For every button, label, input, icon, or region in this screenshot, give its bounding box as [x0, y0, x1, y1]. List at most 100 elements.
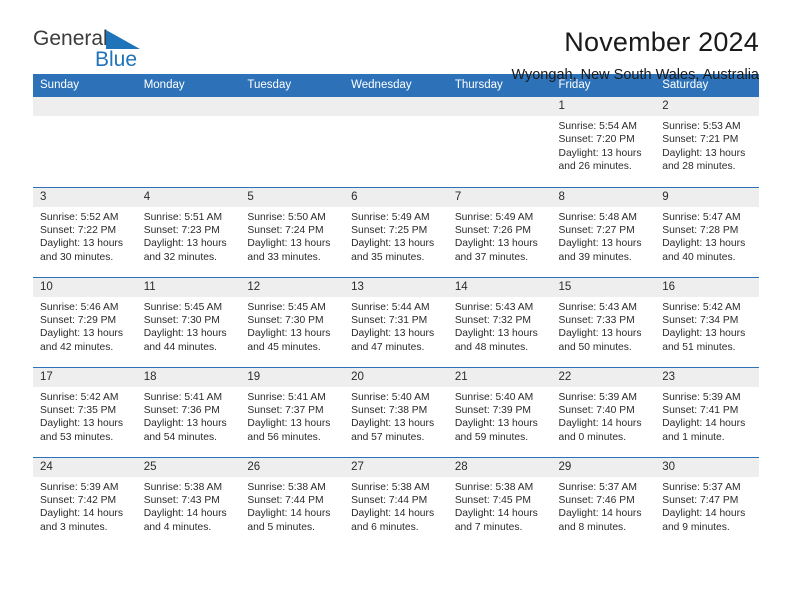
day-number	[447, 97, 552, 116]
day-detail-line: and 56 minutes.	[247, 431, 321, 443]
calendar-week-row: 17 Sunrise: 5:42 AM Sunset: 7:35 PM Dayligh…	[33, 366, 759, 457]
day-number: 20	[344, 367, 448, 387]
day-number: 22	[551, 367, 656, 387]
day-detail-line: Sunset: 7:44 PM	[247, 494, 324, 506]
day-number: 1	[551, 97, 656, 116]
day-detail-line: Daylight: 14 hours	[454, 508, 538, 520]
day-number: 11	[136, 277, 241, 297]
calendar-day-cell[interactable]: 23 Sunrise: 5:39 AM Sunset: 7:41 PM Dayligh…	[655, 366, 759, 457]
calendar-day-cell[interactable]: 15 Sunrise: 5:43 AM Sunset: 7:33 PM Dayligh…	[551, 276, 656, 367]
day-details: Sunrise: 5:41 AM Sunset: 7:37 PM Daylight:…	[240, 387, 344, 445]
day-detail-line: Daylight: 13 hours	[247, 238, 331, 250]
day-detail-line: Daylight: 13 hours	[40, 328, 123, 340]
day-detail-line: Daylight: 13 hours	[558, 328, 642, 340]
calendar-day-cell[interactable]: 30 Sunrise: 5:37 AM Sunset: 7:47 PM Dayligh…	[655, 456, 759, 547]
day-detail-line: and 28 minutes.	[662, 161, 736, 173]
day-number: 18	[136, 367, 241, 387]
day-detail-line: Daylight: 13 hours	[662, 147, 746, 159]
calendar-day-cell[interactable]: 21 Sunrise: 5:40 AM Sunset: 7:39 PM Dayligh…	[447, 366, 552, 457]
calendar-day-cell[interactable]: 29 Sunrise: 5:37 AM Sunset: 7:46 PM Dayligh…	[551, 456, 656, 547]
calendar-day-cell[interactable]: 5 Sunrise: 5:50 AM Sunset: 7:24 PM Daylight…	[240, 186, 345, 277]
calendar-week-row: 24 Sunrise: 5:39 AM Sunset: 7:42 PM Dayligh…	[33, 456, 759, 547]
calendar-day-cell[interactable]: 19 Sunrise: 5:41 AM Sunset: 7:37 PM Dayligh…	[240, 366, 345, 457]
calendar-day-cell[interactable]: 7 Sunrise: 5:49 AM Sunset: 7:26 PM Daylight…	[447, 186, 552, 277]
day-number: 17	[33, 367, 137, 387]
day-detail-line: Sunset: 7:21 PM	[662, 134, 739, 146]
day-detail-line: and 30 minutes.	[40, 251, 114, 263]
day-detail-line: Sunrise: 5:38 AM	[351, 481, 430, 493]
brand-logo[interactable]: General Blue	[33, 26, 163, 78]
day-detail-line: and 48 minutes.	[454, 341, 529, 353]
day-detail-line: Sunrise: 5:43 AM	[454, 301, 534, 313]
day-details: Sunrise: 5:52 AM Sunset: 7:22 PM Daylight:…	[33, 207, 137, 265]
day-detail-line: Sunset: 7:36 PM	[143, 404, 220, 416]
day-detail-line: Sunset: 7:44 PM	[351, 494, 428, 506]
day-number: 15	[551, 277, 656, 297]
day-number: 3	[33, 187, 137, 207]
day-detail-line: Daylight: 13 hours	[454, 418, 538, 430]
calendar-day-cell[interactable]: 20 Sunrise: 5:40 AM Sunset: 7:38 PM Dayligh…	[344, 366, 448, 457]
day-details: Sunrise: 5:40 AM Sunset: 7:39 PM Daylight:…	[448, 387, 552, 445]
calendar-table: Sunday Monday Tuesday Wednesday Thursday Frid…	[33, 74, 759, 547]
calendar-day-cell[interactable]: 16 Sunrise: 5:42 AM Sunset: 7:34 PM Dayligh…	[655, 276, 759, 367]
day-details: Sunrise: 5:42 AM Sunset: 7:35 PM Daylight:…	[33, 387, 137, 445]
day-details: Sunrise: 5:39 AM Sunset: 7:42 PM Daylight:…	[33, 477, 137, 535]
title-block: November 2024 Wyongah, New South Wales, …	[163, 26, 759, 85]
day-detail-line: Sunrise: 5:42 AM	[40, 391, 119, 403]
calendar-day-cell[interactable]: 24 Sunrise: 5:39 AM Sunset: 7:42 PM Dayligh…	[33, 456, 137, 547]
calendar-day-cell[interactable]: 3 Sunrise: 5:52 AM Sunset: 7:22 PM Daylight…	[33, 186, 137, 277]
calendar-day-cell[interactable]: 4 Sunrise: 5:51 AM Sunset: 7:23 PM Daylight…	[136, 186, 241, 277]
calendar-day-cell[interactable]: 17 Sunrise: 5:42 AM Sunset: 7:35 PM Dayligh…	[33, 366, 137, 457]
calendar-day-cell[interactable]: 22 Sunrise: 5:39 AM Sunset: 7:40 PM Dayligh…	[551, 366, 656, 457]
day-number: 6	[344, 187, 448, 207]
day-details: Sunrise: 5:46 AM Sunset: 7:29 PM Daylight:…	[33, 297, 137, 355]
calendar-day-cell[interactable]: 14 Sunrise: 5:43 AM Sunset: 7:32 PM Dayligh…	[447, 276, 552, 367]
calendar-day-cell[interactable]: 2 Sunrise: 5:53 AM Sunset: 7:21 PM Daylight…	[655, 97, 759, 187]
calendar-day-cell[interactable]: 13 Sunrise: 5:44 AM Sunset: 7:31 PM Dayligh…	[344, 276, 448, 367]
day-detail-line: and 35 minutes.	[351, 251, 425, 263]
calendar-day-cell[interactable]: 6 Sunrise: 5:49 AM Sunset: 7:25 PM Daylight…	[344, 186, 448, 277]
day-detail-line: Sunrise: 5:49 AM	[351, 211, 430, 223]
day-number: 25	[136, 457, 241, 477]
day-detail-line: Sunset: 7:31 PM	[351, 314, 428, 326]
day-detail-line: and 4 minutes.	[143, 521, 212, 533]
day-details: Sunrise: 5:38 AM Sunset: 7:45 PM Daylight:…	[448, 477, 552, 535]
day-details: Sunrise: 5:41 AM Sunset: 7:36 PM Daylight:…	[137, 387, 241, 445]
day-detail-line: Daylight: 14 hours	[662, 418, 746, 430]
day-detail-line: Sunrise: 5:45 AM	[143, 301, 223, 313]
day-detail-line: and 7 minutes.	[454, 521, 523, 533]
calendar-day-cell[interactable]: 18 Sunrise: 5:41 AM Sunset: 7:36 PM Dayligh…	[136, 366, 241, 457]
day-detail-line: and 54 minutes.	[143, 431, 217, 443]
day-details: Sunrise: 5:44 AM Sunset: 7:31 PM Daylight:…	[344, 297, 448, 355]
day-detail-line: Daylight: 14 hours	[40, 508, 123, 520]
day-detail-line: and 5 minutes.	[247, 521, 315, 533]
calendar-day-cell[interactable]: 1 Sunrise: 5:54 AM Sunset: 7:20 PM Daylight…	[551, 97, 656, 187]
calendar-day-cell-empty	[240, 97, 345, 187]
day-details: Sunrise: 5:48 AM Sunset: 7:27 PM Daylight:…	[552, 207, 656, 265]
calendar-day-cell[interactable]: 8 Sunrise: 5:48 AM Sunset: 7:27 PM Daylight…	[551, 186, 656, 277]
day-detail-line: Sunset: 7:24 PM	[247, 224, 324, 236]
day-detail-line: and 32 minutes.	[143, 251, 217, 263]
calendar-day-cell[interactable]: 25 Sunrise: 5:38 AM Sunset: 7:43 PM Dayligh…	[136, 456, 241, 547]
day-detail-line: Daylight: 14 hours	[662, 508, 746, 520]
calendar-day-cell[interactable]: 10 Sunrise: 5:46 AM Sunset: 7:29 PM Dayligh…	[33, 276, 137, 367]
day-detail-line: Sunrise: 5:39 AM	[40, 481, 119, 493]
calendar-day-cell[interactable]: 28 Sunrise: 5:38 AM Sunset: 7:45 PM Dayligh…	[447, 456, 552, 547]
day-detail-line: Sunset: 7:28 PM	[662, 224, 739, 236]
calendar-day-cell[interactable]: 12 Sunrise: 5:45 AM Sunset: 7:30 PM Dayligh…	[240, 276, 345, 367]
brand-name-general: General	[33, 27, 108, 50]
day-details: Sunrise: 5:37 AM Sunset: 7:46 PM Daylight:…	[552, 477, 656, 535]
day-number: 13	[344, 277, 448, 297]
day-details: Sunrise: 5:43 AM Sunset: 7:33 PM Daylight:…	[552, 297, 656, 355]
calendar-day-cell-empty	[344, 97, 448, 187]
calendar-day-cell-empty	[447, 97, 552, 187]
day-detail-line: and 1 minute.	[662, 431, 725, 443]
calendar-day-cell[interactable]: 9 Sunrise: 5:47 AM Sunset: 7:28 PM Daylight…	[655, 186, 759, 277]
calendar-day-cell[interactable]: 26 Sunrise: 5:38 AM Sunset: 7:44 PM Dayligh…	[240, 456, 345, 547]
calendar-day-cell[interactable]: 11 Sunrise: 5:45 AM Sunset: 7:30 PM Dayligh…	[136, 276, 241, 367]
day-detail-line: Sunrise: 5:38 AM	[247, 481, 326, 493]
calendar-day-cell[interactable]: 27 Sunrise: 5:38 AM Sunset: 7:44 PM Dayligh…	[344, 456, 448, 547]
day-detail-line: and 37 minutes.	[454, 251, 529, 263]
day-number: 23	[655, 367, 759, 387]
day-number: 7	[447, 187, 552, 207]
